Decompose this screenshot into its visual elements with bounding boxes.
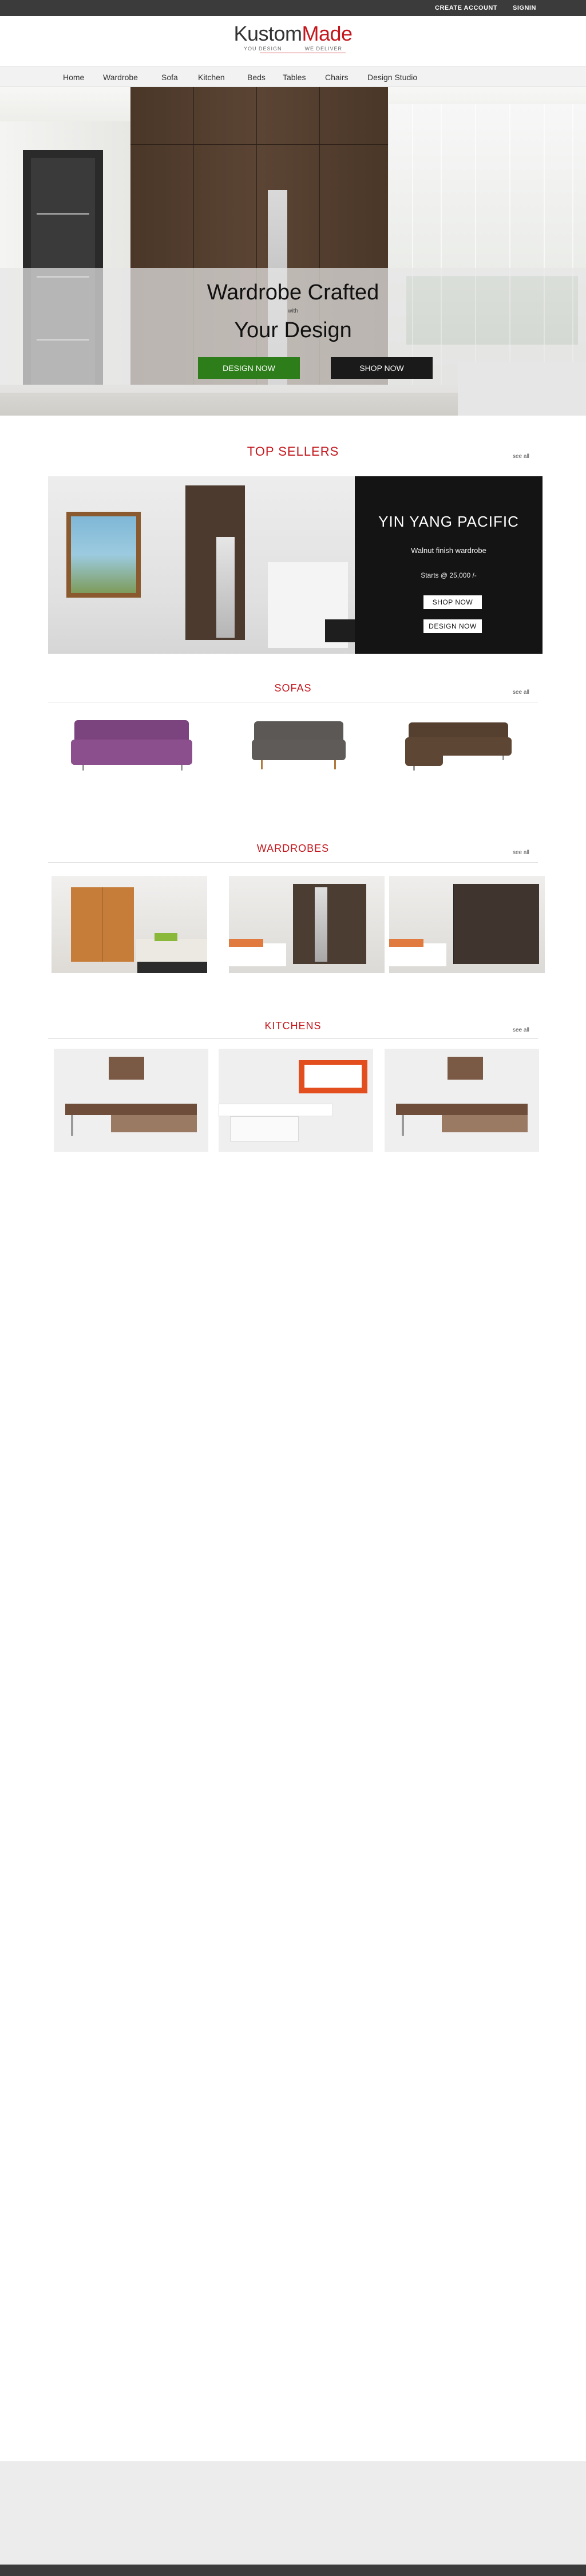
- top-seller-wardrobe-image: [185, 485, 245, 640]
- sofa-product-grey[interactable]: [252, 717, 346, 791]
- see-all-top-sellers[interactable]: see all: [513, 453, 529, 460]
- logo-area: KustomMade YOU DESIGN WE DELIVER: [0, 16, 586, 66]
- kitchen-product-card-1[interactable]: [54, 1049, 208, 1152]
- see-all-wardrobes[interactable]: see all: [513, 850, 529, 856]
- hero-banner: Wardrobe Crafted with Your Design DESIGN…: [0, 87, 586, 416]
- shop-now-button[interactable]: SHOP NOW: [331, 357, 433, 379]
- footer-bottom-bar: [0, 2565, 586, 2576]
- logo-part-2: Made: [302, 22, 353, 45]
- sofa-product-purple[interactable]: [69, 717, 195, 791]
- kitchens-divider: [48, 1038, 538, 1039]
- section-title-top-sellers: TOP SELLERS: [247, 444, 339, 459]
- top-seller-description: Walnut finish wardrobe: [411, 546, 486, 555]
- nav-item-tables[interactable]: Tables: [283, 73, 306, 82]
- see-all-sofas[interactable]: see all: [513, 689, 529, 696]
- wardrobe-product-card-1[interactable]: [52, 876, 207, 973]
- top-seller-name: YIN YANG PACIFIC: [378, 513, 519, 530]
- logo[interactable]: KustomMade: [0, 22, 586, 46]
- nav-item-chairs[interactable]: Chairs: [325, 73, 348, 82]
- top-seller-shop-now-button[interactable]: SHOP NOW: [423, 595, 482, 609]
- logo-tagline: YOU DESIGN WE DELIVER: [0, 46, 586, 52]
- top-seller-price: Starts @ 25,000 /-: [421, 571, 477, 579]
- nav-item-wardrobe[interactable]: Wardrobe: [103, 73, 138, 82]
- nav-item-home[interactable]: Home: [63, 73, 84, 82]
- sofa-product-brown-sectional[interactable]: [405, 717, 512, 791]
- section-title-kitchens: KITCHENS: [264, 1020, 322, 1032]
- section-title-sofas: SOFAS: [274, 682, 312, 694]
- footer: [0, 2462, 586, 2565]
- signin-link[interactable]: SIGNIN: [513, 5, 536, 11]
- top-bar: CREATE ACCOUNT SIGNIN: [0, 0, 586, 16]
- wardrobe-product-card-3[interactable]: [389, 876, 545, 973]
- design-now-button[interactable]: DESIGN NOW: [198, 357, 300, 379]
- create-account-link[interactable]: CREATE ACCOUNT: [435, 5, 497, 11]
- nav-item-design-studio[interactable]: Design Studio: [367, 73, 417, 82]
- main-nav: Home Wardrobe Sofa Kitchen Beds Tables C…: [0, 66, 586, 87]
- hero-headline-2: Your Design: [234, 318, 352, 342]
- nav-item-kitchen[interactable]: Kitchen: [198, 73, 225, 82]
- wardrobes-divider: [48, 862, 538, 863]
- kitchen-product-card-2[interactable]: [219, 1049, 373, 1152]
- hero-with-text: with: [288, 308, 298, 314]
- nav-item-sofa[interactable]: Sofa: [161, 73, 178, 82]
- hero-headline-1: Wardrobe Crafted: [207, 280, 379, 305]
- wardrobe-product-card-2[interactable]: [229, 876, 385, 973]
- top-seller-banner[interactable]: YIN YANG PACIFIC Walnut finish wardrobe …: [48, 476, 543, 654]
- top-seller-design-now-button[interactable]: DESIGN NOW: [423, 619, 482, 633]
- kitchen-product-card-3[interactable]: [385, 1049, 539, 1152]
- tagline-right: WE DELIVER: [304, 46, 343, 52]
- see-all-kitchens[interactable]: see all: [513, 1027, 529, 1033]
- nav-item-beds[interactable]: Beds: [247, 73, 266, 82]
- tagline-left: YOU DESIGN: [243, 46, 282, 52]
- section-title-wardrobes: WARDROBES: [256, 843, 330, 854]
- logo-part-1: Kustom: [233, 22, 302, 45]
